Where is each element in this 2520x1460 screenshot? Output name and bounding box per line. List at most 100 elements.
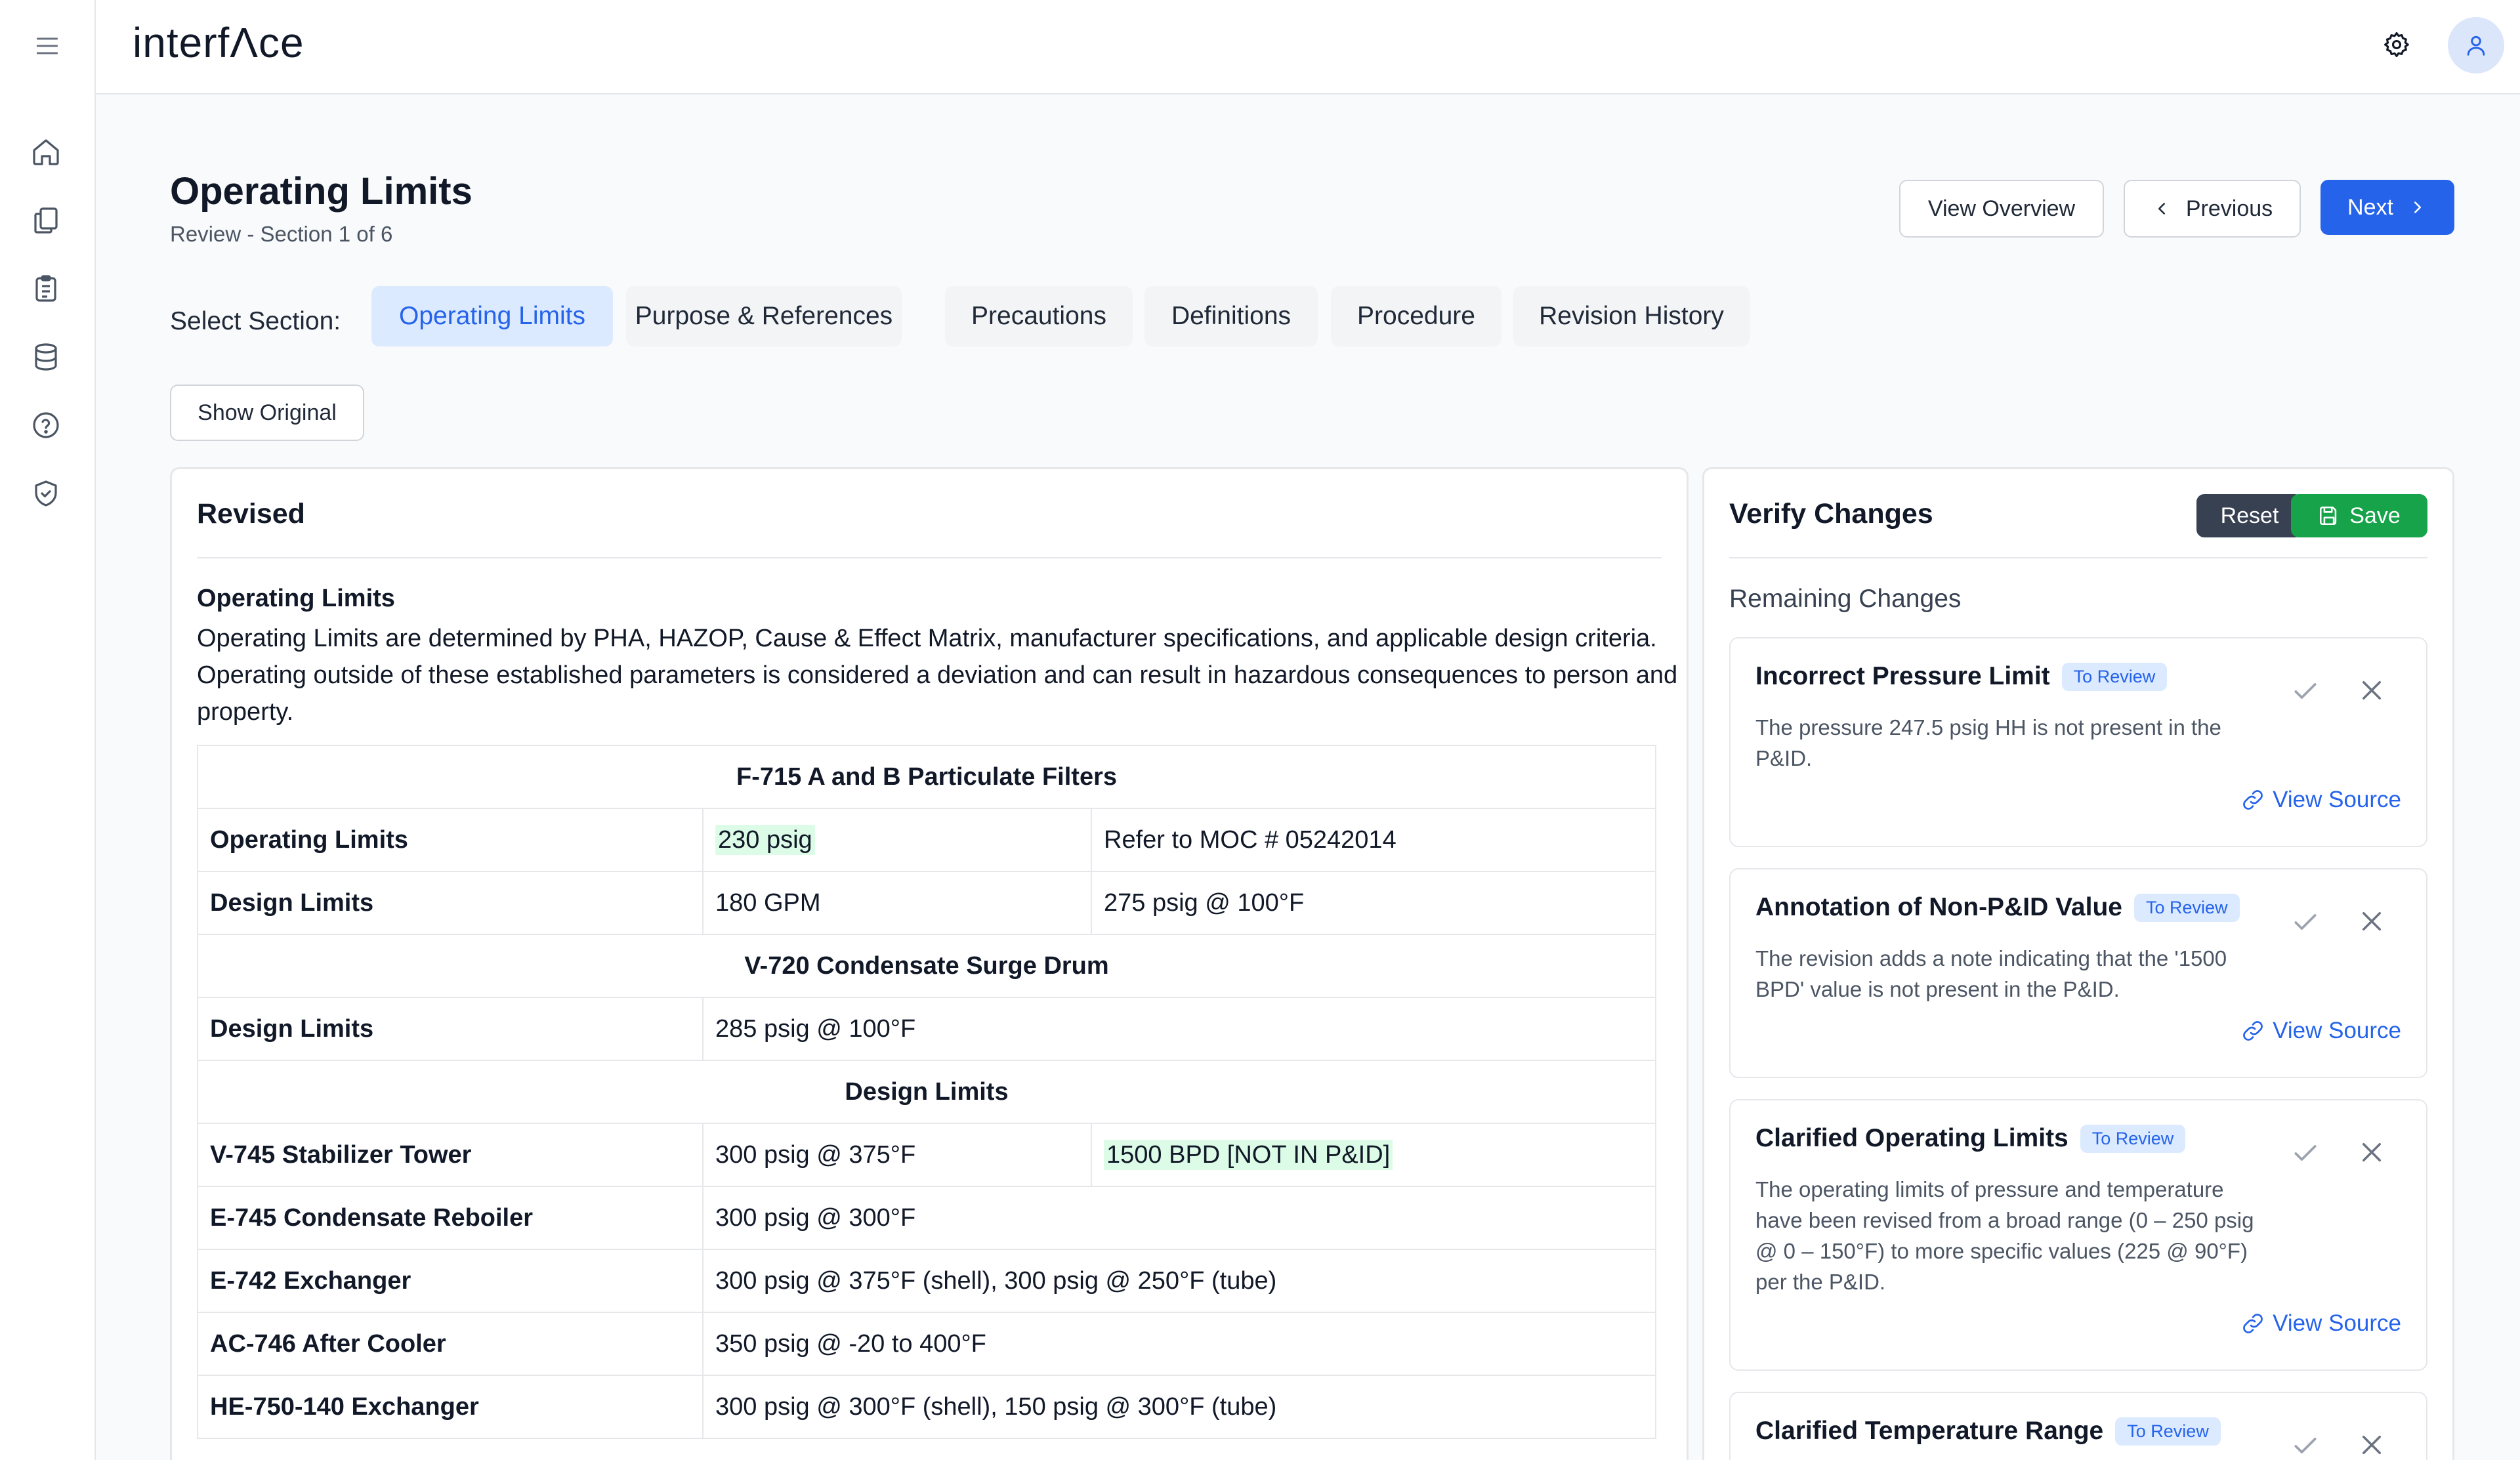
change-title: Incorrect Pressure Limit xyxy=(1755,662,2050,690)
view-overview-button[interactable]: View Overview xyxy=(1899,180,2104,238)
tab-purpose-references[interactable]: Purpose & References xyxy=(626,286,902,346)
change-card-title: Annotation of Non-P&ID Value To Review xyxy=(1755,893,2240,922)
accept-check-icon[interactable] xyxy=(2291,1138,2320,1167)
save-label: Save xyxy=(2349,503,2401,528)
menu-icon[interactable] xyxy=(33,31,62,60)
verify-title: Verify Changes xyxy=(1729,498,1933,530)
sidebar xyxy=(0,0,96,1460)
reject-close-icon[interactable] xyxy=(2358,907,2385,935)
next-button[interactable]: Next xyxy=(2320,180,2454,235)
table-cell: 300 psig @ 300°F xyxy=(702,1186,1656,1250)
user-avatar[interactable] xyxy=(2448,17,2504,73)
page-subtitle: Review - Section 1 of 6 xyxy=(170,222,393,246)
table-cell: 300 psig @ 375°F (shell), 300 psig @ 250… xyxy=(702,1249,1656,1313)
tab-precautions[interactable]: Precautions xyxy=(945,286,1133,346)
clipboard-icon[interactable] xyxy=(30,273,62,304)
change-card-title: Incorrect Pressure Limit To Review xyxy=(1755,662,2168,691)
table-cell: 350 psig @ -20 to 400°F xyxy=(702,1312,1656,1376)
table-cell: 180 GPM xyxy=(702,871,1092,935)
revised-panel: Revised Operating Limits Operating Limit… xyxy=(170,467,1689,1460)
app-logo[interactable]: interfΛce xyxy=(133,18,304,67)
reset-button[interactable]: Reset xyxy=(2196,494,2303,537)
highlighted-value: 230 psig xyxy=(715,824,815,855)
save-icon xyxy=(2320,506,2337,526)
gear-icon[interactable] xyxy=(2382,30,2411,59)
remaining-changes-label: Remaining Changes xyxy=(1729,585,1962,613)
tab-procedure[interactable]: Procedure xyxy=(1331,286,1502,346)
change-description: The pressure 247.5 psig HH is not presen… xyxy=(1755,715,2221,770)
accept-check-icon[interactable] xyxy=(2291,677,2320,705)
previous-label: Previous xyxy=(2185,196,2273,221)
status-badge: To Review xyxy=(2061,662,2168,691)
user-icon xyxy=(2467,35,2485,56)
status-badge: To Review xyxy=(2115,1417,2221,1446)
reject-close-icon[interactable] xyxy=(2358,1431,2385,1459)
help-icon[interactable] xyxy=(30,409,62,441)
change-card: Clarified Temperature Range To Review xyxy=(1729,1392,2427,1460)
table-section-header: F-715 A and B Particulate Filters xyxy=(197,745,1656,809)
table-row: E-745 Condensate Reboiler 300 psig @ 300… xyxy=(197,1186,1656,1250)
table-row: F-715 A and B Particulate Filters xyxy=(197,745,1656,809)
table-cell: V-745 Stabilizer Tower xyxy=(197,1123,704,1187)
table-row: Design Limits 285 psig @ 100°F xyxy=(197,997,1656,1061)
view-source-link[interactable]: View Source xyxy=(2241,1310,2401,1337)
change-card: Annotation of Non-P&ID Value To Review T… xyxy=(1729,868,2427,1078)
revised-title: Revised xyxy=(197,498,305,530)
documents-icon[interactable] xyxy=(30,205,62,236)
table-row: Operating Limits 230 psig Refer to MOC #… xyxy=(197,808,1656,872)
table-row: HE-750-140 Exchanger 300 psig @ 300°F (s… xyxy=(197,1375,1656,1439)
database-icon[interactable] xyxy=(30,341,62,373)
shield-check-icon[interactable] xyxy=(30,478,62,509)
view-source-link[interactable]: View Source xyxy=(2241,1018,2401,1044)
view-source-label: View Source xyxy=(2273,1310,2401,1336)
table-section-header: Design Limits xyxy=(197,1060,1656,1124)
next-label: Next xyxy=(2347,194,2393,220)
change-title: Clarified Operating Limits xyxy=(1755,1124,2068,1152)
show-original-label: Show Original xyxy=(198,400,337,425)
table-cell: 300 psig @ 375°F xyxy=(702,1123,1092,1187)
previous-button[interactable]: Previous xyxy=(2124,180,2301,238)
accept-check-icon[interactable] xyxy=(2291,1431,2320,1460)
status-badge: To Review xyxy=(2133,893,2240,922)
change-description: The revision adds a note indicating that… xyxy=(1755,946,2227,1001)
accept-check-icon[interactable] xyxy=(2291,907,2320,936)
link-icon xyxy=(2243,1314,2263,1333)
table-cell: 230 psig xyxy=(702,808,1092,872)
page-title: Operating Limits xyxy=(170,170,472,213)
table-cell: Design Limits xyxy=(197,997,704,1061)
table-cell: AC-746 After Cooler xyxy=(197,1312,704,1376)
change-card-title: Clarified Operating Limits To Review xyxy=(1755,1124,2186,1153)
divider xyxy=(1729,557,2427,558)
table-cell: Refer to MOC # 05242014 xyxy=(1091,808,1656,872)
view-source-link[interactable]: View Source xyxy=(2241,787,2401,813)
table-cell: 285 psig @ 100°F xyxy=(702,997,1656,1061)
view-source-label: View Source xyxy=(2273,787,2401,812)
home-icon[interactable] xyxy=(30,136,62,168)
change-title: Annotation of Non-P&ID Value xyxy=(1755,893,2122,921)
save-button[interactable]: Save xyxy=(2291,494,2427,537)
status-badge: To Review xyxy=(2080,1124,2186,1153)
reject-close-icon[interactable] xyxy=(2358,677,2385,704)
table-cell: E-742 Exchanger xyxy=(197,1249,704,1313)
table-row: V-745 Stabilizer Tower 300 psig @ 375°F … xyxy=(197,1123,1656,1187)
chevron-right-icon xyxy=(2414,201,2421,213)
change-card: Clarified Operating Limits To Review The… xyxy=(1729,1099,2427,1371)
verify-changes-panel: Verify Changes Reset Save Remaining Chan… xyxy=(1702,467,2454,1460)
table-cell: 275 psig @ 100°F xyxy=(1091,871,1656,935)
change-title: Clarified Temperature Range xyxy=(1755,1417,2104,1445)
table-row: E-742 Exchanger 300 psig @ 375°F (shell)… xyxy=(197,1249,1656,1313)
show-original-button[interactable]: Show Original xyxy=(170,385,364,441)
table-cell: E-745 Condensate Reboiler xyxy=(197,1186,704,1250)
reject-close-icon[interactable] xyxy=(2358,1138,2385,1166)
highlighted-value: 1500 BPD [NOT IN P&ID] xyxy=(1104,1139,1393,1170)
tab-definitions[interactable]: Definitions xyxy=(1144,286,1318,346)
table-row: V-720 Condensate Surge Drum xyxy=(197,934,1656,998)
select-section-label: Select Section: xyxy=(170,307,341,335)
change-description: The operating limits of pressure and tem… xyxy=(1755,1177,2254,1294)
tab-operating-limits[interactable]: Operating Limits xyxy=(371,286,613,346)
change-card: Incorrect Pressure Limit To Review The p… xyxy=(1729,637,2427,847)
tab-revision-history[interactable]: Revision History xyxy=(1513,286,1750,346)
revised-heading: Operating Limits xyxy=(197,585,395,612)
view-source-label: View Source xyxy=(2273,1018,2401,1043)
limits-table: F-715 A and B Particulate Filters Operat… xyxy=(197,745,1656,1439)
